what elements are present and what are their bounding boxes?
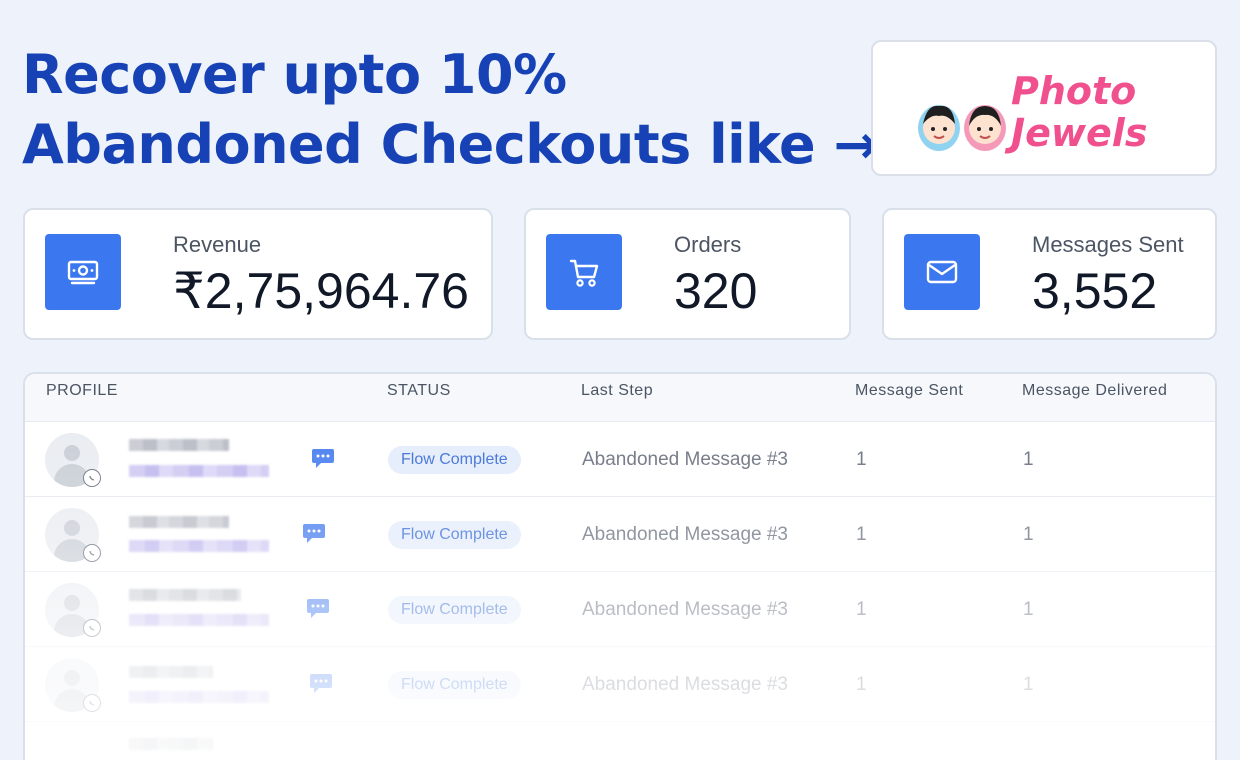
headline-line-1: Recover upto 10%: [22, 43, 567, 106]
whatsapp-icon: [83, 544, 101, 562]
revenue-card: Revenue ₹2,75,964.76: [23, 208, 493, 340]
chat-icon[interactable]: [302, 522, 326, 544]
messages-sent-label: Messages Sent: [1032, 232, 1184, 257]
table-row[interactable]: [25, 722, 1215, 760]
status-badge: Flow Complete: [388, 671, 521, 699]
orders-value: 320: [674, 263, 758, 319]
last-step-cell: Abandoned Message #3: [582, 524, 788, 545]
last-step-cell: Abandoned Message #3: [582, 599, 788, 620]
message-sent-cell: 1: [856, 674, 867, 695]
redacted-phone: [129, 540, 269, 552]
status-badge: Flow Complete: [388, 446, 521, 474]
header-last-step[interactable]: Last Step: [581, 382, 653, 400]
whatsapp-icon: [83, 694, 101, 712]
messages-sent-card: Messages Sent 3,552: [882, 208, 1217, 340]
redacted-name: [129, 738, 213, 750]
redacted-name: [129, 589, 241, 601]
header-status[interactable]: STATUS: [387, 382, 451, 400]
table-row[interactable]: Flow Complete Abandoned Message #3 1 1: [25, 647, 1215, 722]
headline-line-2: Abandoned Checkouts like →: [22, 113, 879, 176]
redacted-name: [129, 666, 213, 678]
money-icon: [45, 234, 121, 310]
table-row[interactable]: Flow Complete Abandoned Message #3 1 1: [25, 497, 1215, 572]
cart-icon: [546, 234, 622, 310]
message-sent-cell: 1: [856, 524, 867, 545]
redacted-name: [129, 516, 229, 528]
header-profile[interactable]: PROFILE: [46, 382, 118, 400]
chat-icon[interactable]: [306, 597, 330, 619]
brand-logo-line-1: Photo: [1011, 69, 1137, 113]
abandoned-checkouts-table: PROFILE STATUS Last Step Message Sent Me…: [23, 372, 1217, 760]
revenue-value: ₹2,75,964.76: [173, 263, 469, 319]
status-badge: Flow Complete: [388, 521, 521, 549]
brand-logo-text: Photo Jewels: [1011, 70, 1147, 154]
header-message-sent[interactable]: Message Sent: [855, 382, 963, 400]
redacted-name: [129, 439, 229, 451]
chat-icon[interactable]: [311, 447, 335, 469]
table-header: PROFILE STATUS Last Step Message Sent Me…: [25, 374, 1215, 422]
message-sent-cell: 1: [856, 449, 867, 470]
table-row[interactable]: Flow Complete Abandoned Message #3 1 1: [25, 572, 1215, 647]
kids-faces-icon: [918, 105, 1006, 151]
redacted-phone: [129, 614, 269, 626]
headline: Recover upto 10% Abandoned Checkouts lik…: [22, 40, 879, 180]
message-sent-cell: 1: [856, 599, 867, 620]
messages-sent-value: 3,552: [1032, 263, 1158, 319]
chat-icon[interactable]: [309, 672, 333, 694]
orders-card: Orders 320: [524, 208, 851, 340]
last-step-cell: Abandoned Message #3: [582, 449, 788, 470]
message-delivered-cell: 1: [1023, 449, 1034, 470]
orders-label: Orders: [674, 232, 742, 257]
message-delivered-cell: 1: [1023, 524, 1034, 545]
revenue-label: Revenue: [173, 232, 262, 257]
last-step-cell: Abandoned Message #3: [582, 674, 788, 695]
header-message-delivered[interactable]: Message Delivered: [1022, 382, 1167, 400]
redacted-phone: [129, 691, 269, 703]
brand-logo-card: Photo Jewels: [871, 40, 1217, 176]
whatsapp-icon: [83, 469, 101, 487]
message-delivered-cell: 1: [1023, 674, 1034, 695]
whatsapp-icon: [83, 619, 101, 637]
status-badge: Flow Complete: [388, 596, 521, 624]
redacted-phone: [129, 465, 269, 477]
table-row[interactable]: Flow Complete Abandoned Message #3 1 1: [25, 422, 1215, 497]
envelope-icon: [904, 234, 980, 310]
brand-logo-line-2: Jewels: [1011, 111, 1148, 155]
message-delivered-cell: 1: [1023, 599, 1034, 620]
